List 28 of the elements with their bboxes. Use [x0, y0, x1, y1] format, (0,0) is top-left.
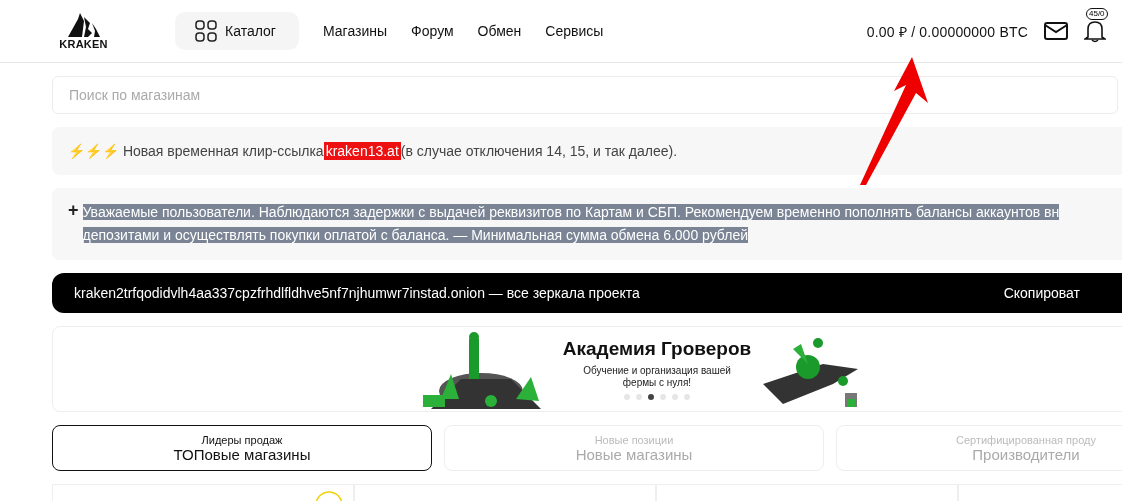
nav-link[interactable]: Форум: [411, 23, 454, 39]
nav-link[interactable]: Обмен: [477, 23, 522, 39]
logo-icon: [65, 12, 102, 37]
carousel-dot[interactable]: [660, 394, 666, 400]
mirror-link[interactable]: kraken13.at: [323, 142, 401, 160]
carousel-dot[interactable]: [648, 394, 654, 400]
notification-badge: 45/0: [1086, 8, 1108, 20]
nav-link[interactable]: Магазины: [323, 23, 388, 39]
mirror-address: kraken2trfqodidvlh4aa337cpzfrhdlfldhve5nf7njhumwr7instad.onion — все зеркала проекта: [74, 285, 641, 301]
nav-link[interactable]: Сервисы: [545, 23, 604, 39]
notice-text: ⚡⚡⚡ Новая временная клир-ссылкаkraken13.at(в случае отключения 14, 15, и так далее).: [68, 143, 679, 159]
carousel-dot[interactable]: [636, 394, 642, 400]
copy-button[interactable]: Скопироват: [1003, 285, 1080, 301]
banner-title: Академия Гроверов: [562, 338, 752, 360]
catalog-button[interactable]: Каталог: [175, 12, 299, 50]
grid-icon: [195, 20, 217, 42]
carousel-dot[interactable]: [684, 394, 690, 400]
mail-icon[interactable]: [1044, 22, 1068, 40]
plus-icon[interactable]: +: [68, 200, 79, 220]
bell-button[interactable]: [1084, 19, 1106, 43]
category-tab[interactable]: Лидеры продаж ТОПовые магазины: [52, 425, 432, 471]
balance-text: 0.00 ₽ / 0.00000000 BTC: [866, 22, 1028, 41]
logo-text: KRAKEN: [59, 37, 108, 50]
banner-subtitle: Обучение и организация вашей фермы с нуля!: [582, 365, 732, 389]
carousel-dot[interactable]: [672, 394, 678, 400]
search-field[interactable]: Поиск по магазинам: [52, 76, 1118, 114]
ring-icon: [315, 491, 343, 501]
carousel-dot[interactable]: [624, 394, 630, 400]
